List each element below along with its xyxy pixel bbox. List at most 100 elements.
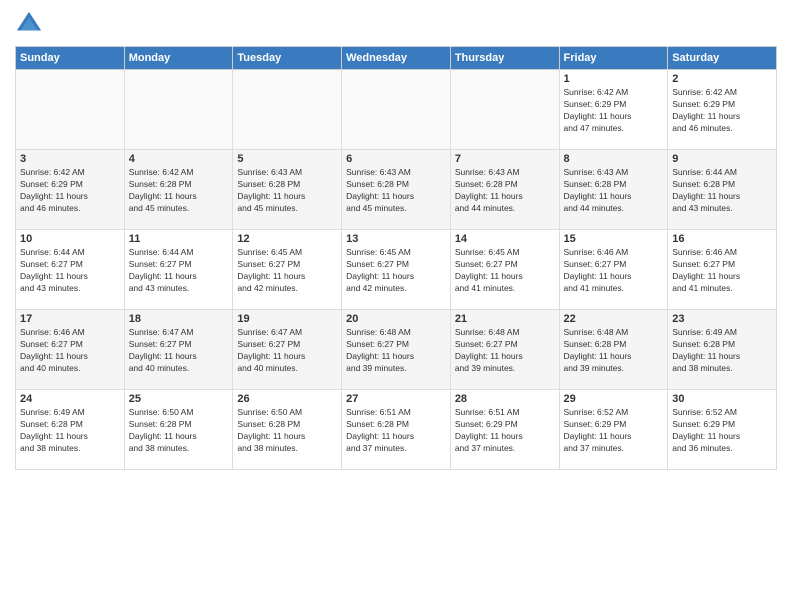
- day-info: Sunrise: 6:47 AM Sunset: 6:27 PM Dayligh…: [129, 327, 229, 375]
- day-info: Sunrise: 6:45 AM Sunset: 6:27 PM Dayligh…: [455, 247, 555, 295]
- day-info: Sunrise: 6:44 AM Sunset: 6:28 PM Dayligh…: [672, 167, 772, 215]
- calendar-week-row: 3 Sunrise: 6:42 AM Sunset: 6:29 PM Daylig…: [16, 150, 777, 230]
- logo: [15, 10, 45, 38]
- calendar-cell: 28 Sunrise: 6:51 AM Sunset: 6:29 PM Dayli…: [450, 390, 559, 470]
- calendar-cell: 21 Sunrise: 6:48 AM Sunset: 6:27 PM Dayli…: [450, 310, 559, 390]
- calendar-week-row: 1 Sunrise: 6:42 AM Sunset: 6:29 PM Daylig…: [16, 70, 777, 150]
- day-number: 19: [237, 313, 337, 325]
- logo-icon: [15, 10, 43, 38]
- calendar-cell: 4Sunrise: 6:42 AM Sunset: 6:28 PM Daylig…: [124, 150, 233, 230]
- day-info: Sunrise: 6:42 AM Sunset: 6:28 PM Dayligh…: [129, 167, 229, 215]
- day-number: 21: [455, 313, 555, 325]
- day-info: Sunrise: 6:52 AM Sunset: 6:29 PM Dayligh…: [564, 407, 664, 455]
- page-container: SundayMondayTuesdayWednesdayThursdayFrid…: [0, 0, 792, 480]
- calendar-cell: 15 Sunrise: 6:46 AM Sunset: 6:27 PM Dayli…: [559, 230, 668, 310]
- calendar-cell: 6Sunrise: 6:43 AM Sunset: 6:28 PM Daylig…: [342, 150, 451, 230]
- day-number: 18: [129, 313, 229, 325]
- calendar-cell: 9 Sunrise: 6:44 AM Sunset: 6:28 PM Daylig…: [668, 150, 777, 230]
- day-info: Sunrise: 6:49 AM Sunset: 6:28 PM Dayligh…: [20, 407, 120, 455]
- header: [15, 10, 777, 38]
- weekday-header-monday: Monday: [124, 47, 233, 70]
- calendar-week-row: 10 Sunrise: 6:44 AM Sunset: 6:27 PM Dayli…: [16, 230, 777, 310]
- calendar-cell: 16 Sunrise: 6:46 AM Sunset: 6:27 PM Dayli…: [668, 230, 777, 310]
- calendar-cell: 3 Sunrise: 6:42 AM Sunset: 6:29 PM Daylig…: [16, 150, 125, 230]
- calendar-cell: 24 Sunrise: 6:49 AM Sunset: 6:28 PM Dayli…: [16, 390, 125, 470]
- calendar-cell: 30Sunrise: 6:52 AM Sunset: 6:29 PM Dayli…: [668, 390, 777, 470]
- calendar-cell: 20Sunrise: 6:48 AM Sunset: 6:27 PM Dayli…: [342, 310, 451, 390]
- day-number: 7: [455, 153, 555, 165]
- day-info: Sunrise: 6:46 AM Sunset: 6:27 PM Dayligh…: [564, 247, 664, 295]
- day-info: Sunrise: 6:42 AM Sunset: 6:29 PM Dayligh…: [564, 87, 664, 135]
- calendar-cell: 11 Sunrise: 6:44 AM Sunset: 6:27 PM Dayli…: [124, 230, 233, 310]
- day-number: 22: [564, 313, 664, 325]
- calendar-cell: 10 Sunrise: 6:44 AM Sunset: 6:27 PM Dayli…: [16, 230, 125, 310]
- weekday-header-saturday: Saturday: [668, 47, 777, 70]
- calendar-table: SundayMondayTuesdayWednesdayThursdayFrid…: [15, 46, 777, 470]
- day-number: 28: [455, 393, 555, 405]
- day-number: 23: [672, 313, 772, 325]
- day-info: Sunrise: 6:52 AM Sunset: 6:29 PM Dayligh…: [672, 407, 772, 455]
- day-info: Sunrise: 6:46 AM Sunset: 6:27 PM Dayligh…: [672, 247, 772, 295]
- day-number: 27: [346, 393, 446, 405]
- day-info: Sunrise: 6:49 AM Sunset: 6:28 PM Dayligh…: [672, 327, 772, 375]
- calendar-cell: 22Sunrise: 6:48 AM Sunset: 6:28 PM Dayli…: [559, 310, 668, 390]
- day-info: Sunrise: 6:47 AM Sunset: 6:27 PM Dayligh…: [237, 327, 337, 375]
- calendar-cell: 12 Sunrise: 6:45 AM Sunset: 6:27 PM Dayli…: [233, 230, 342, 310]
- day-number: 6: [346, 153, 446, 165]
- day-number: 26: [237, 393, 337, 405]
- day-info: Sunrise: 6:43 AM Sunset: 6:28 PM Dayligh…: [455, 167, 555, 215]
- calendar-cell: 26 Sunrise: 6:50 AM Sunset: 6:28 PM Dayli…: [233, 390, 342, 470]
- day-info: Sunrise: 6:44 AM Sunset: 6:27 PM Dayligh…: [129, 247, 229, 295]
- day-info: Sunrise: 6:44 AM Sunset: 6:27 PM Dayligh…: [20, 247, 120, 295]
- day-number: 11: [129, 233, 229, 245]
- day-info: Sunrise: 6:42 AM Sunset: 6:29 PM Dayligh…: [672, 87, 772, 135]
- day-number: 16: [672, 233, 772, 245]
- day-number: 5: [237, 153, 337, 165]
- weekday-header-thursday: Thursday: [450, 47, 559, 70]
- day-info: Sunrise: 6:50 AM Sunset: 6:28 PM Dayligh…: [237, 407, 337, 455]
- day-number: 10: [20, 233, 120, 245]
- day-number: 15: [564, 233, 664, 245]
- day-number: 29: [564, 393, 664, 405]
- day-info: Sunrise: 6:45 AM Sunset: 6:27 PM Dayligh…: [237, 247, 337, 295]
- weekday-header-friday: Friday: [559, 47, 668, 70]
- calendar-cell: 14Sunrise: 6:45 AM Sunset: 6:27 PM Dayli…: [450, 230, 559, 310]
- day-info: Sunrise: 6:43 AM Sunset: 6:28 PM Dayligh…: [564, 167, 664, 215]
- calendar-cell: 23 Sunrise: 6:49 AM Sunset: 6:28 PM Dayli…: [668, 310, 777, 390]
- day-number: 17: [20, 313, 120, 325]
- weekday-header-sunday: Sunday: [16, 47, 125, 70]
- day-number: 8: [564, 153, 664, 165]
- calendar-cell: 18 Sunrise: 6:47 AM Sunset: 6:27 PM Dayli…: [124, 310, 233, 390]
- weekday-header-row: SundayMondayTuesdayWednesdayThursdayFrid…: [16, 47, 777, 70]
- calendar-cell: [450, 70, 559, 150]
- day-info: Sunrise: 6:51 AM Sunset: 6:28 PM Dayligh…: [346, 407, 446, 455]
- calendar-cell: 29 Sunrise: 6:52 AM Sunset: 6:29 PM Dayli…: [559, 390, 668, 470]
- day-info: Sunrise: 6:42 AM Sunset: 6:29 PM Dayligh…: [20, 167, 120, 215]
- calendar-cell: 19 Sunrise: 6:47 AM Sunset: 6:27 PM Dayli…: [233, 310, 342, 390]
- calendar-cell: 27 Sunrise: 6:51 AM Sunset: 6:28 PM Dayli…: [342, 390, 451, 470]
- day-number: 2: [672, 73, 772, 85]
- day-number: 1: [564, 73, 664, 85]
- day-info: Sunrise: 6:51 AM Sunset: 6:29 PM Dayligh…: [455, 407, 555, 455]
- calendar-week-row: 17 Sunrise: 6:46 AM Sunset: 6:27 PM Dayli…: [16, 310, 777, 390]
- day-info: Sunrise: 6:48 AM Sunset: 6:27 PM Dayligh…: [346, 327, 446, 375]
- calendar-cell: 2 Sunrise: 6:42 AM Sunset: 6:29 PM Daylig…: [668, 70, 777, 150]
- day-info: Sunrise: 6:43 AM Sunset: 6:28 PM Dayligh…: [237, 167, 337, 215]
- calendar-cell: 5 Sunrise: 6:43 AM Sunset: 6:28 PM Daylig…: [233, 150, 342, 230]
- calendar-cell: 8 Sunrise: 6:43 AM Sunset: 6:28 PM Daylig…: [559, 150, 668, 230]
- day-info: Sunrise: 6:48 AM Sunset: 6:27 PM Dayligh…: [455, 327, 555, 375]
- calendar-cell: 7 Sunrise: 6:43 AM Sunset: 6:28 PM Daylig…: [450, 150, 559, 230]
- calendar-cell: 1 Sunrise: 6:42 AM Sunset: 6:29 PM Daylig…: [559, 70, 668, 150]
- calendar-cell: [233, 70, 342, 150]
- calendar-cell: [124, 70, 233, 150]
- day-info: Sunrise: 6:46 AM Sunset: 6:27 PM Dayligh…: [20, 327, 120, 375]
- calendar-cell: [342, 70, 451, 150]
- calendar-cell: 25Sunrise: 6:50 AM Sunset: 6:28 PM Dayli…: [124, 390, 233, 470]
- day-number: 24: [20, 393, 120, 405]
- weekday-header-wednesday: Wednesday: [342, 47, 451, 70]
- weekday-header-tuesday: Tuesday: [233, 47, 342, 70]
- day-number: 3: [20, 153, 120, 165]
- day-number: 25: [129, 393, 229, 405]
- day-number: 12: [237, 233, 337, 245]
- day-number: 9: [672, 153, 772, 165]
